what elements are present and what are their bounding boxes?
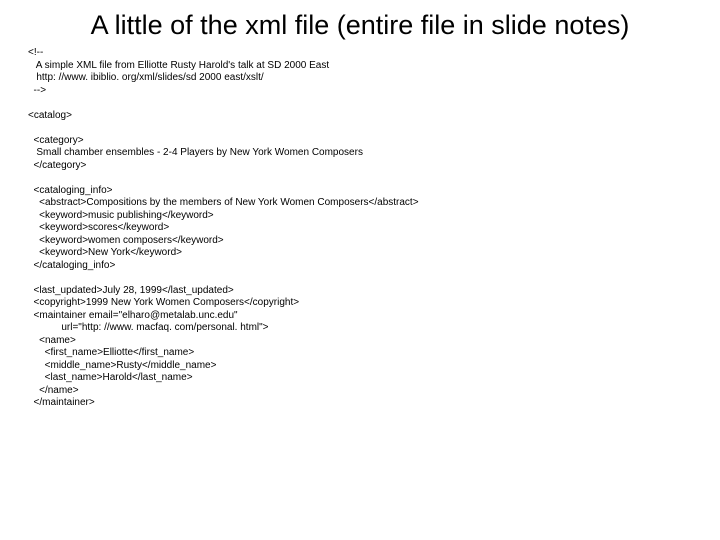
slide: A little of the xml file (entire file in… (0, 0, 720, 540)
slide-title: A little of the xml file (entire file in… (0, 0, 720, 47)
xml-code-block: <!-- A simple XML file from Elliotte Rus… (0, 47, 720, 410)
